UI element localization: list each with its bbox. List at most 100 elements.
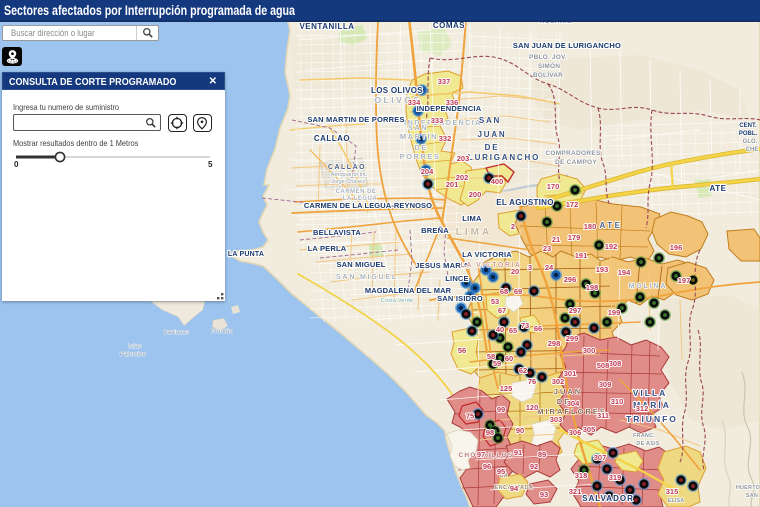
svg-text:304: 304 bbox=[567, 399, 580, 408]
svg-text:ELISA: ELISA bbox=[668, 498, 684, 504]
svg-text:75: 75 bbox=[466, 412, 474, 421]
svg-text:66: 66 bbox=[534, 324, 542, 333]
svg-text:170: 170 bbox=[547, 182, 560, 191]
svg-text:24: 24 bbox=[545, 263, 554, 272]
svg-text:VENTANILLA: VENTANILLA bbox=[299, 22, 354, 31]
svg-text:SAN MIGUEL: SAN MIGUEL bbox=[336, 260, 385, 269]
svg-text:21: 21 bbox=[552, 235, 560, 244]
svg-text:201: 201 bbox=[446, 180, 459, 189]
svg-text:194: 194 bbox=[618, 268, 631, 277]
svg-text:GLO.: GLO. bbox=[743, 139, 758, 145]
svg-text:125: 125 bbox=[500, 384, 513, 393]
svg-text:VILLA: VILLA bbox=[633, 388, 668, 398]
svg-text:204: 204 bbox=[421, 167, 434, 176]
svg-text:199: 199 bbox=[608, 308, 621, 317]
svg-text:SAN MIGUEL: SAN MIGUEL bbox=[336, 274, 398, 281]
svg-text:311: 311 bbox=[597, 411, 609, 420]
svg-text:191: 191 bbox=[575, 251, 588, 260]
svg-text:JUAN: JUAN bbox=[554, 387, 582, 396]
svg-text:DE: DE bbox=[485, 143, 500, 152]
svg-text:309: 309 bbox=[599, 380, 612, 389]
svg-text:ATE: ATE bbox=[710, 184, 727, 193]
svg-text:172: 172 bbox=[566, 200, 579, 209]
svg-text:EL AGUSTINO: EL AGUSTINO bbox=[496, 198, 554, 207]
svg-text:296: 296 bbox=[564, 275, 577, 284]
svg-text:67: 67 bbox=[498, 306, 506, 315]
svg-text:315: 315 bbox=[666, 487, 679, 496]
svg-text:508: 508 bbox=[597, 361, 610, 370]
svg-text:40: 40 bbox=[496, 325, 504, 334]
svg-text:CARMEN DE LA LEGUA-REYNOSO: CARMEN DE LA LEGUA-REYNOSO bbox=[304, 201, 432, 210]
svg-text:3: 3 bbox=[528, 263, 532, 272]
svg-text:DE CAMPOY: DE CAMPOY bbox=[555, 159, 597, 166]
svg-text:89: 89 bbox=[538, 450, 546, 459]
svg-text:Aeropuerto Int.: Aeropuerto Int. bbox=[331, 172, 368, 178]
svg-text:Palomino: Palomino bbox=[120, 352, 147, 358]
svg-text:CALLAO: CALLAO bbox=[314, 134, 350, 143]
svg-text:SAN JUAN DE LURIGANCHO: SAN JUAN DE LURIGANCHO bbox=[513, 41, 621, 50]
svg-text:97: 97 bbox=[477, 450, 485, 459]
svg-text:LINCE: LINCE bbox=[445, 274, 469, 283]
svg-text:198: 198 bbox=[586, 283, 599, 292]
svg-text:306: 306 bbox=[569, 428, 582, 437]
svg-text:POBL.: POBL. bbox=[739, 131, 758, 137]
svg-text:53: 53 bbox=[491, 297, 499, 306]
svg-text:308: 308 bbox=[609, 359, 622, 368]
svg-text:COMPRADORES: COMPRADORES bbox=[545, 150, 601, 157]
svg-text:334: 334 bbox=[408, 98, 421, 107]
svg-text:197: 197 bbox=[678, 276, 691, 285]
svg-text:TRIUNFO: TRIUNFO bbox=[626, 414, 678, 424]
svg-text:SAN: SAN bbox=[479, 116, 501, 125]
svg-text:298: 298 bbox=[548, 339, 561, 348]
svg-text:LA PERLA: LA PERLA bbox=[308, 244, 347, 253]
svg-text:FRANC.: FRANC. bbox=[633, 433, 655, 439]
svg-text:303: 303 bbox=[550, 415, 563, 424]
svg-text:179: 179 bbox=[568, 233, 581, 242]
svg-text:Jorge Chávez: Jorge Chávez bbox=[331, 179, 365, 185]
svg-text:LA VICTORIA: LA VICTORIA bbox=[462, 250, 512, 259]
svg-text:SALVADOR: SALVADOR bbox=[582, 494, 634, 503]
svg-text:69: 69 bbox=[514, 287, 522, 296]
svg-text:MOLINA: MOLINA bbox=[629, 283, 667, 290]
svg-text:91: 91 bbox=[514, 448, 522, 457]
svg-text:PORRES: PORRES bbox=[400, 152, 441, 161]
svg-text:DE: DE bbox=[414, 143, 427, 152]
svg-text:297: 297 bbox=[569, 306, 582, 315]
svg-text:DE ASIS: DE ASIS bbox=[636, 441, 659, 447]
svg-text:68: 68 bbox=[500, 287, 508, 296]
svg-text:305: 305 bbox=[583, 425, 596, 434]
svg-text:SAN: SAN bbox=[746, 493, 758, 499]
svg-text:LA PUNTA: LA PUNTA bbox=[228, 251, 264, 258]
svg-text:337: 337 bbox=[438, 77, 451, 86]
svg-text:CALLAO: CALLAO bbox=[328, 164, 366, 171]
svg-text:LIMA: LIMA bbox=[462, 214, 482, 223]
svg-text:400: 400 bbox=[491, 177, 504, 186]
svg-text:96: 96 bbox=[483, 462, 491, 471]
svg-text:333: 333 bbox=[431, 116, 444, 125]
svg-text:ATE: ATE bbox=[600, 221, 623, 230]
svg-text:SAN ISIDRO: SAN ISIDRO bbox=[437, 294, 483, 303]
svg-text:CENT.: CENT. bbox=[739, 123, 757, 129]
svg-text:BOLÍVAR: BOLÍVAR bbox=[533, 70, 563, 79]
svg-text:76: 76 bbox=[528, 377, 536, 386]
svg-text:JUAN: JUAN bbox=[478, 130, 507, 139]
svg-text:94: 94 bbox=[510, 484, 519, 493]
svg-text:2: 2 bbox=[511, 222, 515, 231]
svg-text:SAN MARTIN DE PORRES: SAN MARTIN DE PORRES bbox=[307, 115, 404, 124]
svg-text:318: 318 bbox=[575, 471, 588, 480]
svg-text:93: 93 bbox=[540, 490, 548, 499]
svg-text:310: 310 bbox=[611, 397, 624, 406]
svg-text:COMAS: COMAS bbox=[433, 21, 465, 30]
svg-text:312: 312 bbox=[636, 404, 649, 413]
svg-text:203: 203 bbox=[457, 154, 470, 163]
svg-text:Frontón: Frontón bbox=[211, 329, 233, 335]
svg-text:300: 300 bbox=[583, 346, 596, 355]
svg-text:62: 62 bbox=[519, 366, 527, 375]
svg-text:192: 192 bbox=[605, 242, 618, 251]
svg-text:CHORRILLOS: CHORRILLOS bbox=[459, 452, 514, 459]
svg-text:20: 20 bbox=[511, 267, 519, 276]
svg-text:95: 95 bbox=[497, 467, 505, 476]
svg-text:PBLO. JOV.: PBLO. JOV. bbox=[529, 54, 567, 61]
svg-text:196: 196 bbox=[670, 243, 683, 252]
svg-text:321: 321 bbox=[569, 487, 582, 496]
